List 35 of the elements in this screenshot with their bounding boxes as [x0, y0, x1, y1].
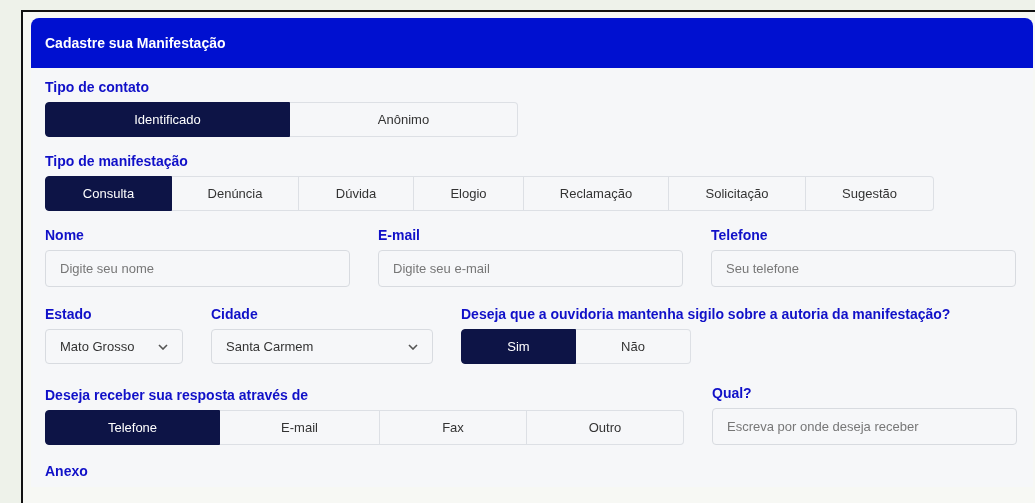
segment-option[interactable]: Denúncia: [172, 176, 299, 211]
field-label: Deseja que a ouvidoria mantenha sigilo sobre a autoria da manifestação?: [461, 306, 951, 322]
segment-option[interactable]: Fax: [380, 410, 527, 445]
input-field[interactable]: Escreva por onde deseja receber: [712, 408, 1017, 445]
segment-option[interactable]: Solicitação: [669, 176, 806, 211]
field-label: Deseja receber sua resposta através de: [45, 387, 310, 403]
segment-option[interactable]: E-mail: [220, 410, 380, 445]
field-label: Telefone: [711, 227, 769, 243]
field-label: E-mail: [378, 227, 421, 243]
segment-option[interactable]: Identificado: [45, 102, 290, 137]
field-label: Qual?: [712, 385, 753, 401]
segment-option[interactable]: Outro: [527, 410, 684, 445]
input-field[interactable]: Digite seu nome: [45, 250, 350, 287]
field-label: Nome: [45, 227, 85, 243]
segment-option[interactable]: Sim: [461, 329, 576, 364]
state-select[interactable]: Mato Grosso: [45, 329, 183, 364]
input-field[interactable]: Digite seu e-mail: [378, 250, 683, 287]
segment-option[interactable]: Não: [576, 329, 691, 364]
segment-option[interactable]: Telefone: [45, 410, 220, 445]
segment-option[interactable]: Anônimo: [290, 102, 518, 137]
field-label: Estado: [45, 306, 93, 322]
input-field[interactable]: Seu telefone: [711, 250, 1016, 287]
segment-option[interactable]: Elogio: [414, 176, 524, 211]
form-title: Cadastre sua Manifestação: [45, 35, 226, 51]
segment-option[interactable]: Consulta: [45, 176, 172, 211]
chevron-down-icon: [408, 343, 418, 350]
city-select[interactable]: Santa Carmem: [211, 329, 433, 364]
segment-option[interactable]: Reclamação: [524, 176, 669, 211]
field-label: Tipo de manifestação: [45, 153, 189, 169]
chevron-down-icon: [158, 343, 168, 350]
segment-option[interactable]: Dúvida: [299, 176, 414, 211]
field-label: Anexo: [45, 463, 89, 479]
field-label: Cidade: [211, 306, 259, 322]
segment-option[interactable]: Sugestão: [806, 176, 934, 211]
field-label: Tipo de contato: [45, 79, 150, 95]
